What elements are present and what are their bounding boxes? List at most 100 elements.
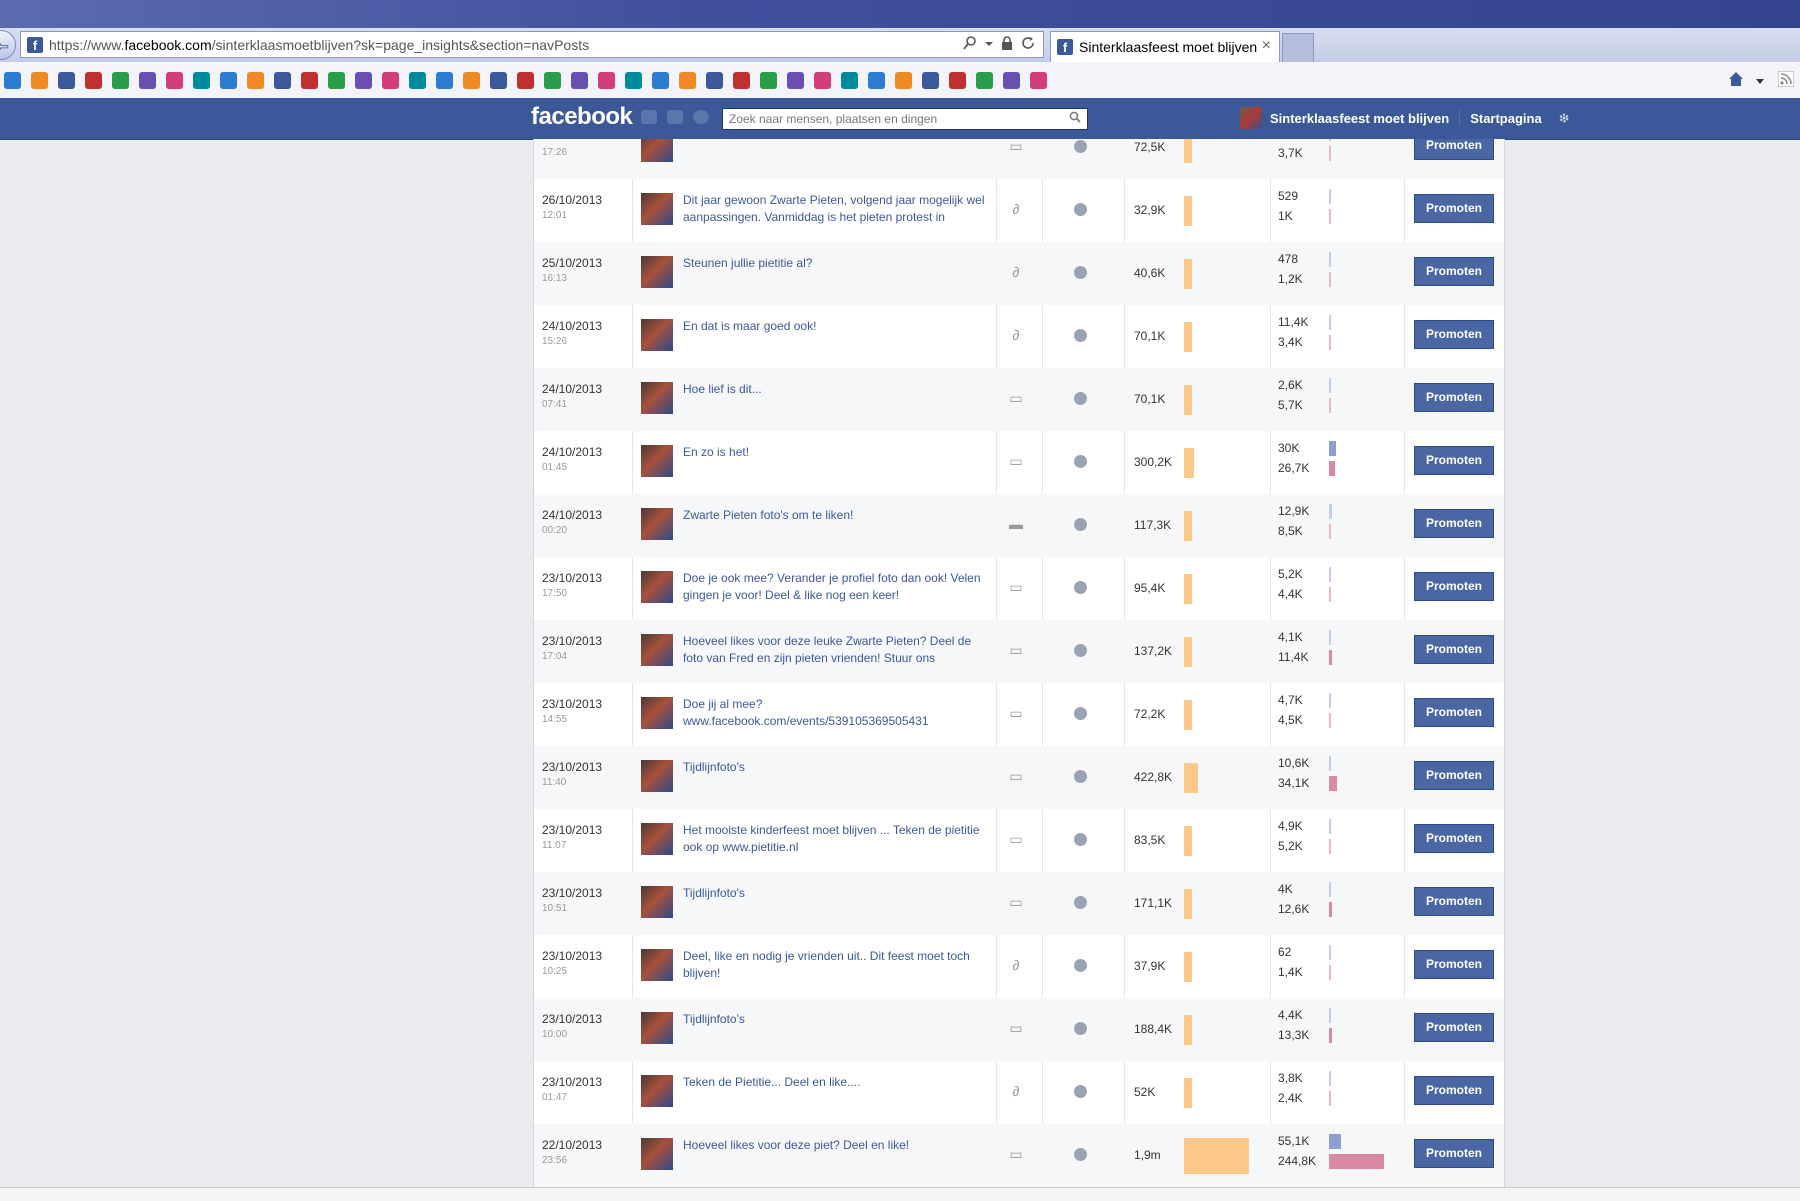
post-thumbnail[interactable] xyxy=(641,1012,673,1044)
lock-icon[interactable] xyxy=(1001,36,1013,50)
post-link[interactable]: Tijdlijnfoto's xyxy=(683,1011,993,1028)
promote-button[interactable]: Promoten xyxy=(1414,950,1494,979)
post-link[interactable]: Steunen jullie pietitie al? xyxy=(683,255,993,272)
chat-icon[interactable] xyxy=(976,72,993,89)
ie-page-icon[interactable] xyxy=(85,72,102,89)
facebook-icon[interactable] xyxy=(139,72,156,89)
promote-button[interactable]: Promoten xyxy=(1414,635,1494,664)
bookmark-icon[interactable] xyxy=(193,72,210,89)
post-link[interactable]: Hoe lief is dit... xyxy=(683,381,993,398)
promote-button[interactable]: Promoten xyxy=(1414,887,1494,916)
promote-button[interactable]: Promoten xyxy=(1414,257,1494,286)
search-input[interactable]: Zoek naar mensen, plaatsen en dingen xyxy=(722,108,1088,130)
post-link[interactable]: Deel, like en nodig je vrienden uit.. Di… xyxy=(683,948,993,982)
globe-icon[interactable] xyxy=(517,72,534,89)
page-name-link[interactable]: Sinterklaasfeest moet blijven xyxy=(1270,111,1449,126)
feather-icon[interactable] xyxy=(409,72,426,89)
ie-page-icon[interactable] xyxy=(31,72,48,89)
browser-tab[interactable]: f Sinterklaasfeest moet blijven × xyxy=(1050,31,1280,62)
e-icon[interactable] xyxy=(625,72,642,89)
post-thumbnail[interactable] xyxy=(641,1075,673,1107)
post-thumbnail[interactable] xyxy=(641,193,673,225)
post-thumbnail[interactable] xyxy=(641,1138,673,1170)
post-thumbnail[interactable] xyxy=(641,445,673,477)
post-link[interactable]: En zo is het! xyxy=(683,444,993,461)
rtl-icon[interactable] xyxy=(463,72,480,89)
refresh-icon[interactable] xyxy=(1021,36,1035,50)
ie-page-icon[interactable] xyxy=(166,72,183,89)
ie-page-icon[interactable] xyxy=(1003,72,1020,89)
ie-page-icon[interactable] xyxy=(4,72,21,89)
post-thumbnail[interactable] xyxy=(641,508,673,540)
post-link[interactable]: Het mooiste kinderfeest moet blijven ...… xyxy=(683,822,993,856)
post-thumbnail[interactable] xyxy=(641,139,673,162)
nl-icon[interactable] xyxy=(868,72,885,89)
quickstart-icon[interactable] xyxy=(58,72,75,89)
post-link[interactable]: Teken de Pietitie... Deel en like.... xyxy=(683,1074,993,1091)
promote-button[interactable]: Promoten xyxy=(1414,1013,1494,1042)
post-thumbnail[interactable] xyxy=(641,697,673,729)
address-bar[interactable]: f https://www. facebook.com/sinterklaasmo… xyxy=(20,31,1044,58)
search-icon[interactable] xyxy=(963,36,977,50)
promote-button[interactable]: Promoten xyxy=(1414,1139,1494,1168)
promote-button[interactable]: Promoten xyxy=(1414,572,1494,601)
cp-icon[interactable] xyxy=(652,72,669,89)
promote-button[interactable]: Promoten xyxy=(1414,698,1494,727)
cloud-icon[interactable] xyxy=(247,72,264,89)
search-icon[interactable] xyxy=(1069,111,1081,123)
facebook-logo[interactable]: facebook xyxy=(531,103,633,131)
post-link[interactable]: Doe je ook mee? Verander je profiel foto… xyxy=(683,570,993,604)
page-avatar[interactable] xyxy=(1240,107,1262,129)
post-thumbnail[interactable] xyxy=(641,634,673,666)
flower-icon[interactable] xyxy=(814,72,831,89)
fs-icon[interactable] xyxy=(841,72,858,89)
rss-feed-icon[interactable] xyxy=(1778,71,1794,87)
ie-page-icon[interactable] xyxy=(382,72,399,89)
promote-button[interactable]: Promoten xyxy=(1414,761,1494,790)
ie-page-icon[interactable] xyxy=(301,72,318,89)
messages-icon[interactable] xyxy=(667,110,683,124)
basket-icon[interactable] xyxy=(679,72,696,89)
chevron-down-icon[interactable] xyxy=(985,36,993,50)
promote-button[interactable]: Promoten xyxy=(1414,824,1494,853)
notifications-icon[interactable] xyxy=(693,110,709,124)
fm-icon[interactable] xyxy=(787,72,804,89)
post-thumbnail[interactable] xyxy=(641,319,673,351)
home-link[interactable]: Startpagina xyxy=(1470,111,1542,126)
promote-button[interactable]: Promoten xyxy=(1414,194,1494,223)
promote-button[interactable]: Promoten xyxy=(1414,139,1494,160)
post-link[interactable]: Doe jij al mee? www.facebook.com/events/… xyxy=(683,696,993,730)
ie-page-icon[interactable] xyxy=(328,72,345,89)
td-icon[interactable] xyxy=(544,72,561,89)
new-tab-button[interactable] xyxy=(1282,33,1314,63)
flower-icon[interactable] xyxy=(895,72,912,89)
post-thumbnail[interactable] xyxy=(641,949,673,981)
tools-icon[interactable] xyxy=(112,72,129,89)
cars-icon[interactable] xyxy=(274,72,291,89)
post-thumbnail[interactable] xyxy=(641,760,673,792)
close-icon[interactable]: × xyxy=(1262,37,1271,55)
promote-button[interactable]: Promoten xyxy=(1414,383,1494,412)
post-thumbnail[interactable] xyxy=(641,571,673,603)
tile-icon[interactable] xyxy=(490,72,507,89)
post-thumbnail[interactable] xyxy=(641,256,673,288)
post-link[interactable]: Tijdlijnfoto's xyxy=(683,885,993,902)
post-thumbnail[interactable] xyxy=(641,886,673,918)
google-icon[interactable] xyxy=(355,72,372,89)
home-icon[interactable] xyxy=(1728,71,1744,87)
back-button[interactable]: ⇦ xyxy=(0,30,16,60)
info-icon[interactable] xyxy=(760,72,777,89)
parachute-icon[interactable] xyxy=(220,72,237,89)
ie-page-icon[interactable] xyxy=(598,72,615,89)
post-link[interactable]: Hoeveel likes voor deze piet? Deel en li… xyxy=(683,1137,993,1154)
promote-button[interactable]: Promoten xyxy=(1414,320,1494,349)
mail-icon[interactable] xyxy=(922,72,939,89)
post-link[interactable]: Hoeveel likes voor deze leuke Zwarte Pie… xyxy=(683,633,993,667)
post-link[interactable]: En dat is maar goed ook! xyxy=(683,318,993,335)
friend-requests-icon[interactable] xyxy=(641,110,657,124)
post-link[interactable]: Zwarte Pieten foto's om te liken! xyxy=(683,507,993,524)
a-icon[interactable] xyxy=(706,72,723,89)
rtl-icon[interactable] xyxy=(436,72,453,89)
post-link[interactable]: Dit jaar gewoon Zwarte Pieten, volgend j… xyxy=(683,192,993,226)
google-icon[interactable] xyxy=(949,72,966,89)
